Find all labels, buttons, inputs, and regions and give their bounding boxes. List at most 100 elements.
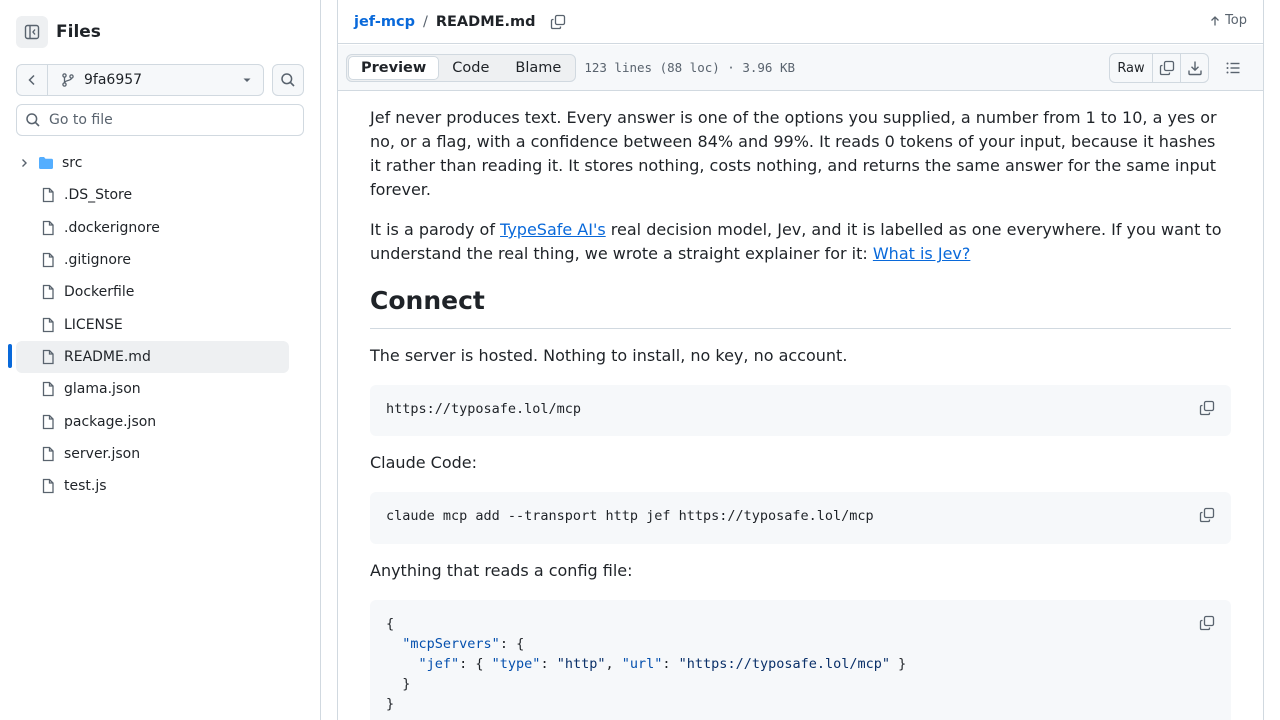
- copy-path-button[interactable]: [550, 14, 566, 30]
- tree-item-label: package.json: [64, 413, 157, 430]
- code-text: https://typosafe.lol/mcp: [386, 401, 582, 417]
- branch-select[interactable]: 9fa6957: [48, 65, 263, 95]
- readme-paragraph: Claude Code:: [370, 453, 477, 472]
- file-icon: [40, 446, 56, 462]
- top-label: Top: [1225, 13, 1247, 28]
- json-string: "https://typosafe.lol/mcp": [678, 656, 890, 672]
- json-key: "mcpServers": [402, 636, 500, 652]
- tree-file-dockerignore[interactable]: .dockerignore: [16, 212, 289, 244]
- json-key: "type": [491, 656, 541, 672]
- file-icon: [40, 220, 56, 236]
- file-icon: [40, 317, 56, 333]
- file-meta: 123 lines (88 loc) · 3.96 KB: [584, 60, 796, 75]
- tree-folder-src[interactable]: src: [16, 147, 289, 179]
- copy-code-button[interactable]: [1197, 505, 1217, 525]
- tab-preview[interactable]: Preview: [348, 55, 440, 80]
- breadcrumb-repo-link[interactable]: jef-mcp: [354, 14, 415, 30]
- code-block-url: https://typosafe.lol/mcp: [370, 385, 1231, 436]
- copy-code-button[interactable]: [1197, 398, 1217, 418]
- download-icon: [1187, 61, 1202, 76]
- tree-file-server-json[interactable]: server.json: [16, 438, 289, 470]
- tab-code[interactable]: Code: [439, 56, 502, 80]
- tree-item-label: glama.json: [64, 381, 141, 398]
- json-punct: {: [386, 616, 395, 632]
- arrow-up-icon: [1211, 15, 1220, 25]
- file-icon: [40, 349, 56, 365]
- list-unordered-icon: [1226, 62, 1240, 74]
- tree-item-label: .gitignore: [64, 252, 131, 269]
- collapse-sidebar-button[interactable]: [16, 16, 48, 48]
- file-sidebar: Files 9fa6957 Go to file src .DS_Store .…: [0, 0, 321, 720]
- branch-picker-group: 9fa6957: [16, 64, 265, 96]
- tree-file-dockerfile[interactable]: Dockerfile: [16, 276, 289, 308]
- breadcrumb: jef-mcp / README.md Top: [338, 0, 1263, 44]
- search-icon: [281, 73, 295, 87]
- file-icon: [40, 414, 56, 430]
- code-text: claude mcp add --transport http jef http…: [386, 508, 874, 524]
- copy-icon: [550, 14, 565, 29]
- paragraph-text: It is a parody of: [370, 220, 501, 239]
- file-icon: [40, 284, 56, 300]
- tree-item-label: src: [62, 155, 83, 172]
- typesafe-link[interactable]: TypeSafe AI's: [500, 220, 606, 239]
- file-icon: [40, 187, 56, 203]
- download-button[interactable]: [1180, 54, 1208, 82]
- branch-row: 9fa6957: [16, 64, 304, 96]
- search-files-button[interactable]: [272, 64, 304, 96]
- readme-paragraph: It is a parody of TypeSafe AI's real dec…: [370, 218, 1231, 266]
- tree-item-label: README.md: [64, 348, 151, 365]
- raw-button[interactable]: Raw: [1110, 54, 1152, 82]
- tab-blame[interactable]: Blame: [502, 56, 574, 80]
- tree-file-glama-json[interactable]: glama.json: [16, 373, 289, 405]
- file-actions-group: Raw: [1109, 53, 1209, 83]
- sidebar-title: Files: [56, 22, 101, 42]
- tree-file-readme[interactable]: README.md: [16, 340, 289, 374]
- tree-item-label: server.json: [64, 445, 141, 462]
- tree-item-label: LICENSE: [64, 316, 123, 333]
- file-icon: [40, 381, 56, 397]
- code-block-claude-command: claude mcp add --transport http jef http…: [370, 492, 1231, 544]
- back-button[interactable]: [17, 65, 48, 95]
- sidebar-header: Files: [16, 16, 101, 48]
- copy-icon: [1199, 615, 1215, 631]
- view-mode-switch: Preview Code Blame: [346, 53, 577, 82]
- code-text: { "mcpServers": { "jef": { "type": "http…: [386, 616, 907, 712]
- copy-icon: [1199, 507, 1215, 523]
- git-branch-icon: [62, 73, 74, 87]
- readme-paragraph: Anything that reads a config file:: [370, 561, 633, 580]
- json-string: "http": [556, 656, 606, 672]
- tree-item-label: .DS_Store: [64, 187, 133, 204]
- go-to-file-input[interactable]: [49, 112, 289, 128]
- tree-file-ds-store[interactable]: .DS_Store: [16, 179, 289, 211]
- file-viewer: jef-mcp / README.md Top Preview Code Bla…: [337, 0, 1264, 720]
- tree-file-gitignore[interactable]: .gitignore: [16, 244, 289, 276]
- file-tree: src .DS_Store .dockerignore .gitignore D…: [16, 147, 289, 502]
- copy-code-button[interactable]: [1197, 613, 1217, 633]
- copy-icon: [1159, 60, 1174, 76]
- go-to-file-field[interactable]: [16, 104, 304, 136]
- copy-raw-button[interactable]: [1152, 54, 1180, 82]
- breadcrumb-file: README.md: [435, 13, 536, 30]
- breadcrumb-separator: /: [422, 13, 428, 30]
- chevron-right-icon[interactable]: [16, 157, 32, 169]
- outline-button[interactable]: [1217, 53, 1249, 83]
- folder-icon: [38, 155, 54, 171]
- json-key: "url": [621, 656, 663, 672]
- json-punct: }: [402, 676, 411, 692]
- json-punct: }: [386, 696, 395, 712]
- what-is-jev-link[interactable]: What is Jev?: [873, 244, 971, 263]
- toolbar-actions: Raw: [1109, 53, 1249, 83]
- tree-item-label: .dockerignore: [64, 219, 160, 236]
- readme-paragraph: Jef never produces text. Every answer is…: [370, 108, 1217, 199]
- json-key: "jef": [418, 656, 460, 672]
- branch-name: 9fa6957: [84, 72, 143, 88]
- file-toolbar: Preview Code Blame 123 lines (88 loc) · …: [338, 45, 1263, 91]
- search-icon: [26, 113, 40, 127]
- tree-file-license[interactable]: LICENSE: [16, 308, 289, 340]
- active-file-indicator: [8, 344, 12, 368]
- copy-icon: [1199, 400, 1215, 416]
- caret-down-icon: [243, 78, 251, 82]
- tree-file-package-json[interactable]: package.json: [16, 405, 289, 437]
- back-to-top-link[interactable]: Top: [1209, 13, 1247, 28]
- tree-file-test-js[interactable]: test.js: [16, 470, 289, 502]
